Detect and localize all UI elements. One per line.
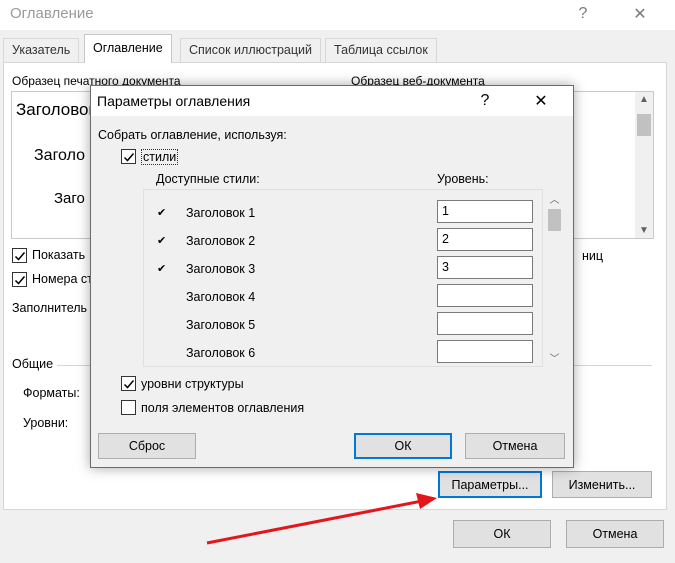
red-arrow-annotation [206,493,437,545]
